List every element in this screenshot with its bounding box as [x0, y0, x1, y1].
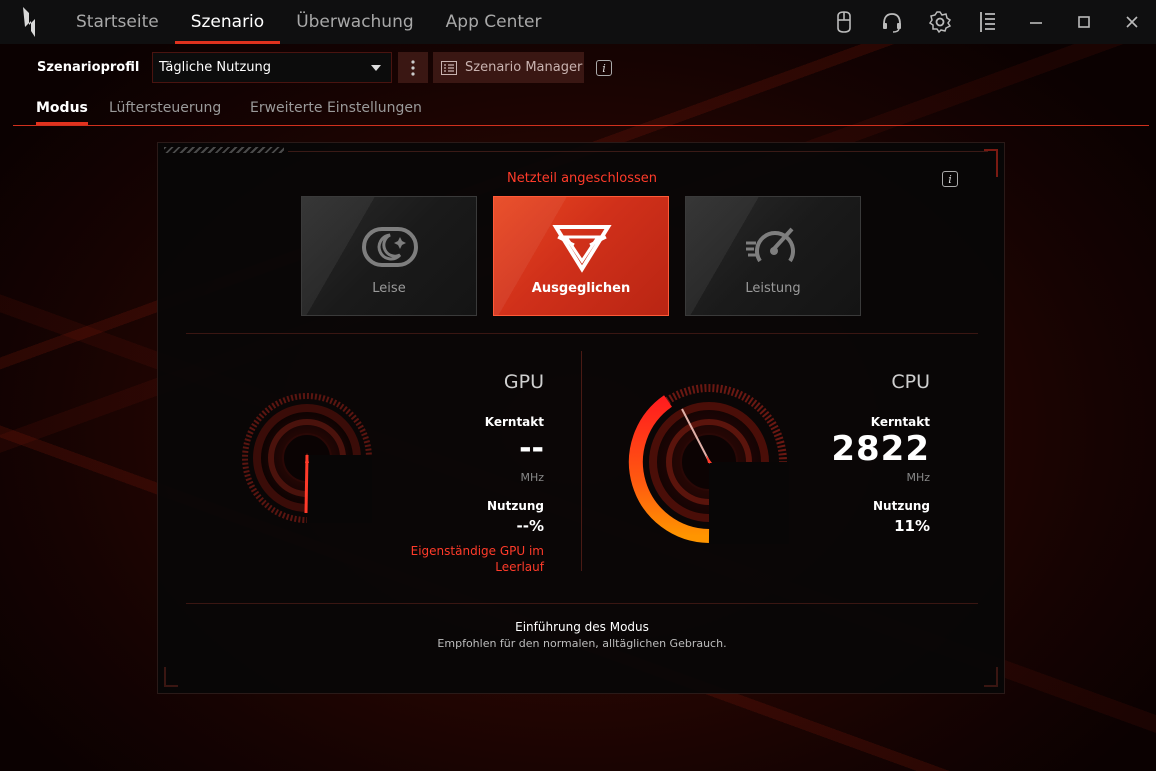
gpu-gauge-cutout [307, 455, 372, 523]
balanced-icon [552, 225, 612, 273]
gpu-gauge [242, 393, 372, 523]
scenario-manager-label: Szenario Manager [465, 60, 583, 75]
headset-icon[interactable] [868, 0, 916, 44]
mode-panel: i Netzteil angeschlossen Leise Ausgeglic… [157, 142, 1005, 694]
cpu-clock-unit: MHz [906, 471, 930, 484]
cpu-title: CPU [891, 371, 930, 393]
subtab-lueftersteuerung[interactable]: Lüftersteuerung [109, 100, 221, 116]
decorative-stripes [164, 147, 284, 153]
cpu-usage-label: Nutzung [873, 499, 930, 513]
divider [186, 333, 978, 334]
divider [186, 603, 978, 604]
gpu-gauge-needle [304, 454, 309, 514]
sub-tabs: Modus Lüftersteuerung Erweiterte Einstel… [13, 92, 1149, 126]
gpu-usage-label: Nutzung [487, 499, 544, 513]
gpu-clock-value: -- [519, 431, 544, 466]
subtab-modus[interactable]: Modus [36, 100, 88, 125]
cpu-clock-label: Kerntakt [870, 415, 930, 429]
scenario-profile-label: Szenarioprofil [37, 60, 140, 75]
nav-tab-app-center[interactable]: App Center [430, 0, 558, 44]
gpu-clock-label: Kerntakt [484, 415, 544, 429]
divider [581, 351, 582, 571]
app-logo-icon [0, 0, 60, 44]
gpu-usage-value: --% [516, 517, 544, 535]
nav-tab-szenario[interactable]: Szenario [174, 0, 281, 44]
mode-button-leise[interactable]: Leise [301, 196, 477, 316]
cpu-usage-value: 11% [894, 517, 930, 535]
minimize-icon[interactable] [1012, 0, 1060, 44]
gpu-title: GPU [503, 371, 544, 393]
cpu-clock-value: 2822 [831, 429, 930, 469]
gpu-clock-unit: MHz [520, 471, 544, 484]
more-options-button[interactable] [398, 52, 428, 83]
list-icon[interactable] [964, 0, 1012, 44]
power-status: Netzteil angeschlossen [506, 171, 658, 186]
cpu-gauge [628, 384, 789, 544]
cpu-gauge-cutout [709, 462, 789, 544]
list-icon [441, 60, 457, 75]
gpu-idle-warning: Eigenständige GPU im Leerlauf [410, 544, 544, 574]
settings-icon[interactable] [916, 0, 964, 44]
more-vertical-icon [411, 59, 415, 76]
close-icon[interactable] [1108, 0, 1156, 44]
nav-tab-startseite[interactable]: Startseite [60, 0, 175, 44]
scenario-profile-row: Szenarioprofil Tägliche Nutzung Szenario… [0, 52, 1156, 84]
info-icon[interactable]: i [596, 60, 612, 76]
divider [288, 151, 988, 152]
mode-label-ausgeglichen: Ausgeglichen [531, 281, 631, 296]
mode-label-leise: Leise [372, 281, 406, 296]
mouse-icon[interactable] [820, 0, 868, 44]
scenario-profile-value: Tägliche Nutzung [159, 60, 271, 75]
subtab-erweiterte-einstellungen[interactable]: Erweiterte Einstellungen [250, 100, 422, 116]
mode-intro-description: Empfohlen für den normalen, alltäglichen… [437, 637, 727, 650]
mode-label-leistung: Leistung [745, 281, 801, 296]
moon-icon [362, 227, 418, 267]
decorative-corner [984, 667, 998, 687]
maximize-icon[interactable] [1060, 0, 1108, 44]
mode-intro-title: Einführung des Modus [515, 620, 649, 634]
scenario-manager-button[interactable]: Szenario Manager [433, 52, 584, 83]
scenario-profile-select[interactable]: Tägliche Nutzung [152, 52, 392, 83]
top-bar: Startseite Szenario Überwachung App Cent… [0, 0, 1156, 44]
speedometer-icon [746, 227, 795, 263]
nav-tab-ueberwachung[interactable]: Überwachung [280, 0, 429, 44]
chevron-down-icon [371, 65, 381, 71]
decorative-corner [164, 667, 178, 687]
mode-button-ausgeglichen[interactable]: Ausgeglichen [493, 196, 669, 316]
mode-button-leistung[interactable]: Leistung [685, 196, 861, 316]
